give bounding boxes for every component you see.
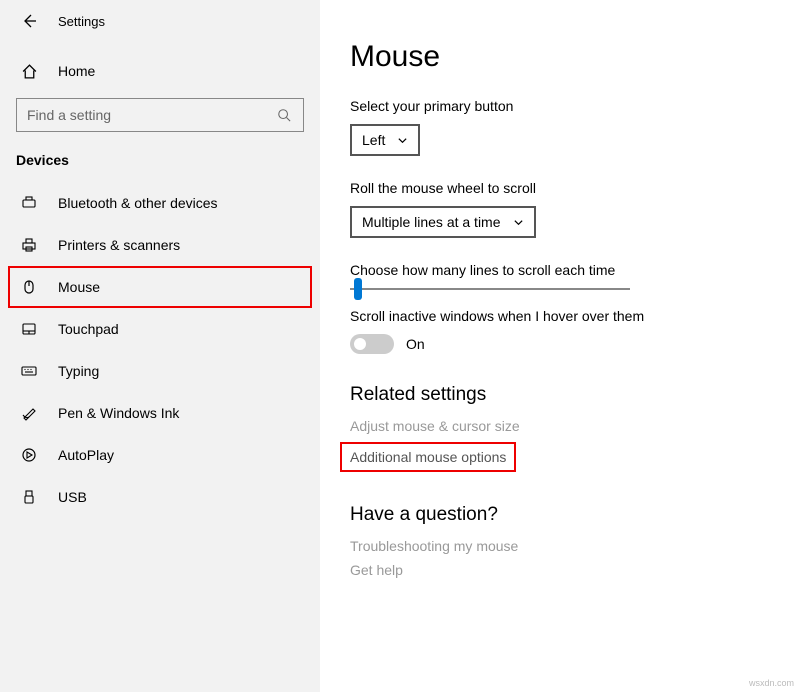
sidebar-item-bluetooth[interactable]: Bluetooth & other devices (0, 182, 320, 224)
sidebar-item-label: AutoPlay (58, 447, 114, 463)
sidebar-item-printers[interactable]: Printers & scanners (0, 224, 320, 266)
link-adjust-cursor[interactable]: Adjust mouse & cursor size (350, 414, 770, 438)
page-title: Mouse (350, 40, 770, 74)
home-nav[interactable]: Home (0, 52, 320, 90)
sidebar-item-label: Pen & Windows Ink (58, 405, 179, 421)
sidebar-item-label: Mouse (58, 279, 100, 295)
usb-icon (20, 488, 38, 506)
lines-slider[interactable] (350, 288, 630, 290)
home-icon (20, 62, 38, 80)
scroll-label: Roll the mouse wheel to scroll (350, 180, 770, 196)
sidebar-item-autoplay[interactable]: AutoPlay (0, 434, 320, 476)
lines-label: Choose how many lines to scroll each tim… (350, 262, 770, 278)
window-title: Settings (58, 14, 105, 29)
sidebar-heading: Devices (0, 148, 320, 182)
sidebar-item-label: Typing (58, 363, 99, 379)
sidebar-item-label: Printers & scanners (58, 237, 180, 253)
inactive-label: Scroll inactive windows when I hover ove… (350, 308, 770, 324)
link-get-help[interactable]: Get help (350, 558, 770, 582)
sidebar-item-pen[interactable]: Pen & Windows Ink (0, 392, 320, 434)
main-content: Mouse Select your primary button Left Ro… (320, 0, 800, 692)
sidebar-item-label: Touchpad (58, 321, 119, 337)
watermark: wsxdn.com (749, 678, 794, 688)
autoplay-icon (20, 446, 38, 464)
inactive-toggle-row: On (350, 334, 770, 354)
primary-button-value: Left (362, 132, 385, 148)
sidebar: Settings Home Find a setting Devices Blu… (0, 0, 320, 692)
sidebar-item-typing[interactable]: Typing (0, 350, 320, 392)
chevron-down-icon (513, 217, 524, 228)
primary-button-select[interactable]: Left (350, 124, 420, 156)
slider-thumb[interactable] (354, 278, 362, 300)
sidebar-item-usb[interactable]: USB (0, 476, 320, 518)
sidebar-item-touchpad[interactable]: Touchpad (0, 308, 320, 350)
chevron-down-icon (397, 135, 408, 146)
sidebar-item-label: USB (58, 489, 87, 505)
home-label: Home (58, 63, 95, 79)
search-placeholder: Find a setting (27, 107, 111, 123)
inactive-toggle[interactable] (350, 334, 394, 354)
search-input[interactable]: Find a setting (16, 98, 304, 132)
touchpad-icon (20, 320, 38, 338)
related-heading: Related settings (350, 384, 770, 406)
toggle-knob (354, 338, 366, 350)
scroll-value: Multiple lines at a time (362, 214, 501, 230)
question-heading: Have a question? (350, 504, 770, 526)
bluetooth-icon (20, 194, 38, 212)
primary-button-label: Select your primary button (350, 98, 770, 114)
sidebar-item-mouse[interactable]: Mouse (8, 266, 312, 308)
mouse-icon (20, 278, 38, 296)
inactive-value: On (406, 336, 425, 352)
keyboard-icon (20, 362, 38, 380)
link-additional-mouse-options[interactable]: Additional mouse options (342, 444, 514, 470)
sidebar-item-label: Bluetooth & other devices (58, 195, 218, 211)
back-icon[interactable] (20, 12, 38, 30)
pen-icon (20, 404, 38, 422)
link-troubleshooting[interactable]: Troubleshooting my mouse (350, 534, 770, 558)
printer-icon (20, 236, 38, 254)
header-row: Settings (0, 8, 320, 42)
search-icon (275, 106, 293, 124)
scroll-select[interactable]: Multiple lines at a time (350, 206, 536, 238)
slider-track (350, 288, 630, 290)
